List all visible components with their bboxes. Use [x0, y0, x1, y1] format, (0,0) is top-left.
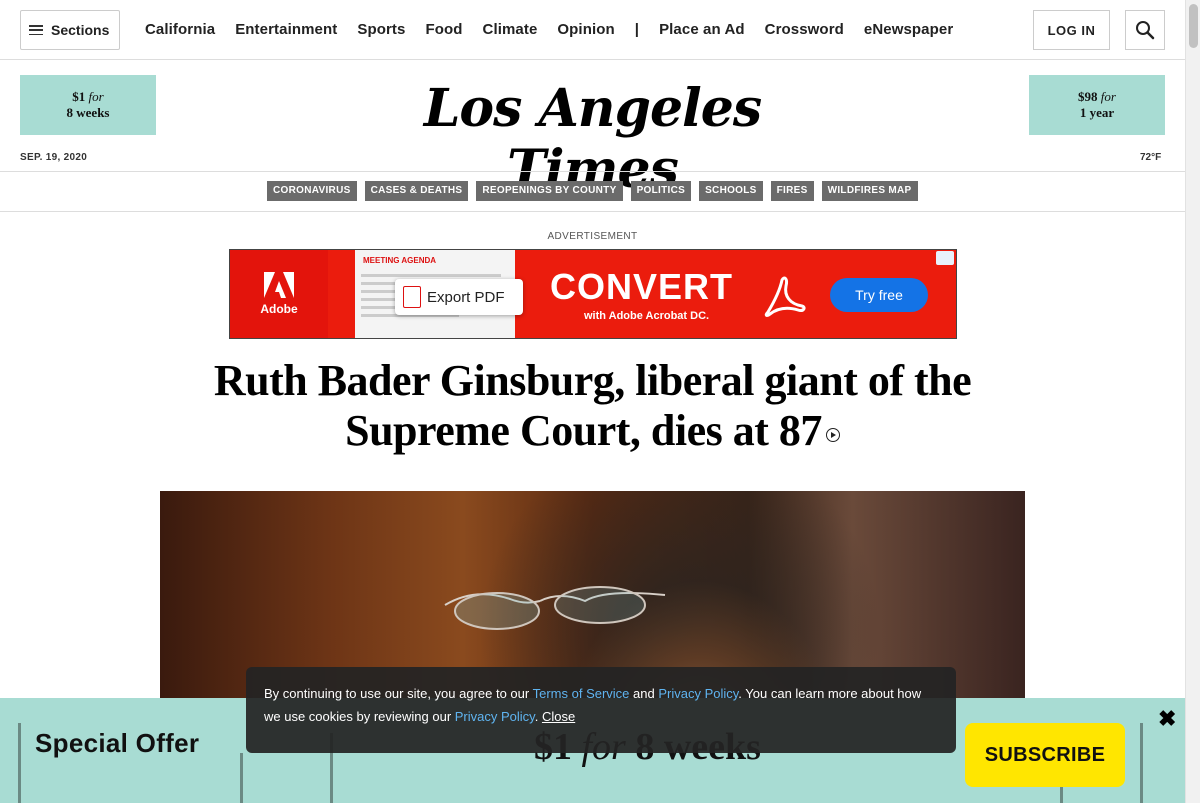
adobe-logo-icon [264, 272, 294, 298]
edition-date: SEP. 19, 2020 [20, 152, 88, 163]
nav-link-opinion[interactable]: Opinion [557, 21, 614, 38]
adobe-ad-banner[interactable]: Adobe MEETING AGENDA Export PDF CONVERT … [229, 249, 957, 339]
ad-subline: with Adobe Acrobat DC. [584, 310, 710, 322]
ad-headline: CONVERT [550, 266, 734, 307]
ad-export-label: Export PDF [427, 288, 505, 306]
topic-list: CORONAVIRUS CASES & DEATHS REOPENINGS BY… [267, 181, 918, 201]
nav-link-enewspaper[interactable]: eNewspaper [864, 21, 953, 38]
page-scrollbar[interactable] [1185, 0, 1200, 803]
search-button[interactable] [1125, 10, 1165, 50]
scrollbar-thumb[interactable] [1189, 4, 1198, 48]
nav-separator: | [634, 21, 640, 38]
terms-of-service-link[interactable]: Terms of Service [533, 686, 630, 701]
subscribe-button[interactable]: SUBSCRIBE [965, 723, 1125, 787]
ad-label: ADVERTISEMENT [547, 231, 638, 242]
cookie-text-1: By continuing to use our site, you agree… [264, 686, 533, 701]
sections-button[interactable]: Sections [20, 10, 120, 50]
promo-left-button[interactable]: $1 for 8 weeks [20, 75, 156, 135]
search-icon [1136, 21, 1155, 40]
adchoices-icon[interactable] [936, 251, 954, 265]
topic-schools[interactable]: SCHOOLS [699, 181, 763, 201]
promo-right-price: $98 [1078, 89, 1098, 104]
topic-reopenings[interactable]: REOPENINGS BY COUNTY [476, 181, 623, 201]
nav-links: California Entertainment Sports Food Cli… [145, 21, 953, 38]
nav-link-food[interactable]: Food [425, 21, 462, 38]
nav-link-crossword[interactable]: Crossword [765, 21, 844, 38]
promo-right-for: for [1100, 89, 1116, 104]
adobe-brand-label: Adobe [260, 302, 298, 316]
pdf-file-icon [403, 286, 421, 308]
top-navigation: Sections California Entertainment Sports… [0, 0, 1185, 60]
promo-right-term: 1 year [1079, 105, 1115, 120]
cookie-consent-banner: By continuing to use our site, you agree… [246, 667, 956, 753]
nav-link-place-an-ad[interactable]: Place an Ad [659, 21, 745, 38]
nav-link-climate[interactable]: Climate [483, 21, 538, 38]
palm-tree-decoration [1140, 723, 1143, 803]
privacy-policy-link-2[interactable]: Privacy Policy [455, 709, 535, 724]
play-video-icon[interactable] [825, 427, 840, 442]
topic-coronavirus[interactable]: CORONAVIRUS [267, 181, 357, 201]
adobe-brand: Adobe [230, 250, 328, 338]
hamburger-icon [29, 25, 43, 35]
special-offer-title: Special Offer [35, 728, 200, 758]
login-button[interactable]: LOG IN [1033, 10, 1110, 50]
promo-right-button[interactable]: $98 for 1 year [1029, 75, 1165, 135]
promo-left-for: for [88, 89, 104, 104]
palm-tree-decoration [18, 723, 21, 803]
promo-left-price: $1 [72, 89, 86, 104]
topic-fires[interactable]: FIRES [770, 181, 814, 201]
article-headline-text: Ruth Bader Ginsburg, liberal giant of th… [213, 356, 972, 455]
privacy-policy-link[interactable]: Privacy Policy [658, 686, 738, 701]
acrobat-icon [764, 276, 806, 317]
topic-cases-deaths[interactable]: CASES & DEATHS [364, 181, 469, 201]
cookie-text-and: and [629, 686, 659, 701]
nav-link-entertainment[interactable]: Entertainment [235, 21, 337, 38]
topic-bar: CORONAVIRUS CASES & DEATHS REOPENINGS BY… [0, 171, 1185, 212]
photo-glasses-detail [444, 586, 666, 630]
nav-link-sports[interactable]: Sports [357, 21, 405, 38]
topic-politics[interactable]: POLITICS [630, 181, 692, 201]
sections-label: Sections [51, 22, 110, 38]
ad-document-heading: MEETING AGENDA [363, 256, 437, 265]
nav-link-california[interactable]: California [145, 21, 215, 38]
ad-export-pdf-chip: Export PDF [395, 279, 523, 315]
cookie-close-link[interactable]: Close [542, 709, 575, 724]
topic-wildfires-map[interactable]: WILDFIRES MAP [821, 181, 918, 201]
close-icon[interactable]: ✖ [1158, 706, 1176, 732]
ad-try-free-button[interactable]: Try free [830, 278, 928, 312]
promo-left-term: 8 weeks [66, 105, 110, 120]
weather-temperature[interactable]: 72°F [1140, 152, 1161, 163]
article-headline[interactable]: Ruth Bader Ginsburg, liberal giant of th… [190, 356, 995, 456]
cookie-text-3: . [534, 709, 542, 724]
palm-tree-decoration [240, 753, 243, 803]
